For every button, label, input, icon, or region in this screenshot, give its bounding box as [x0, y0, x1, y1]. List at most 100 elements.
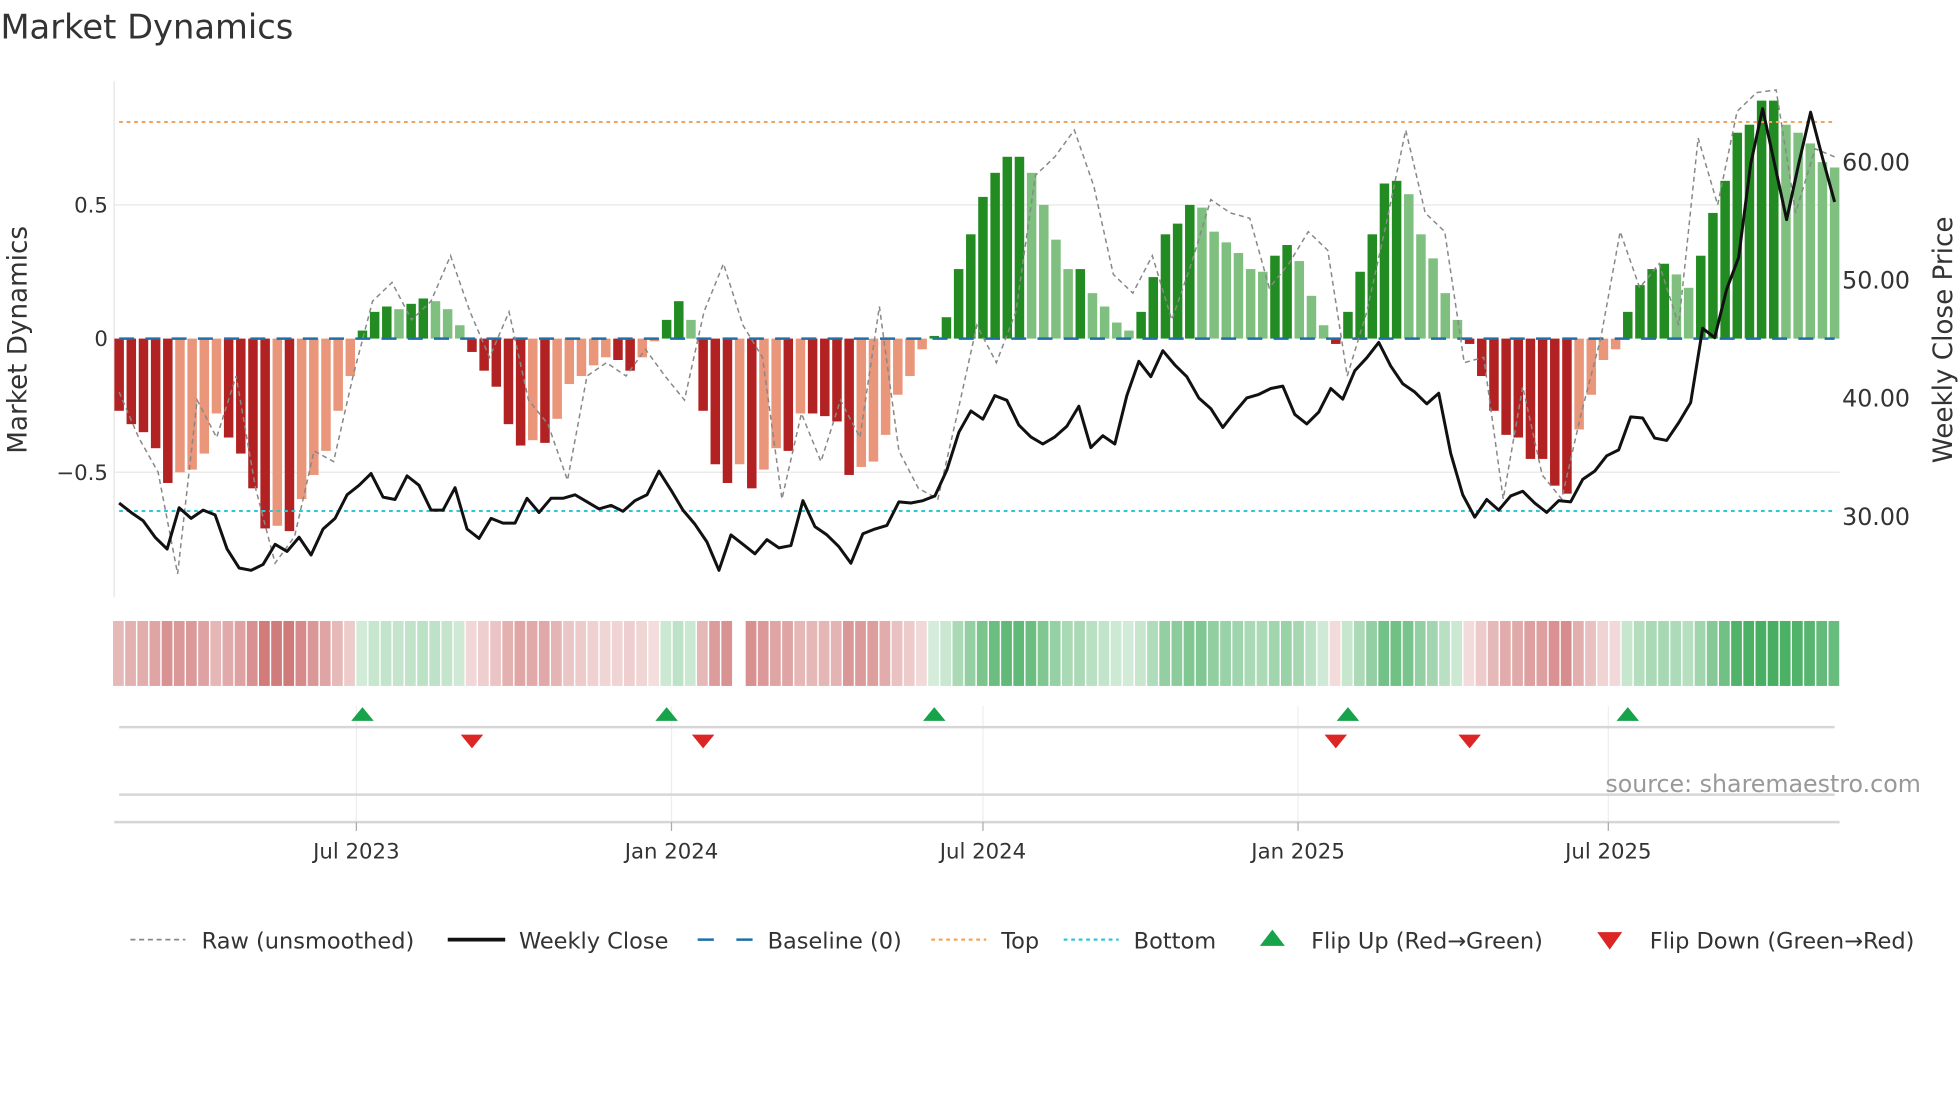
dynamics-bar	[321, 338, 331, 451]
dynamics-bar	[807, 338, 818, 414]
dynamics-bar	[674, 301, 684, 339]
legend: Raw (unsmoothed) Weekly Close Baseline (…	[130, 928, 1914, 954]
strip-cell	[684, 620, 696, 686]
strip-cell	[1658, 620, 1669, 686]
strip-cell	[441, 620, 453, 686]
y-axis-label-right: Weekly Close Price	[1929, 217, 1959, 464]
strip-cell	[587, 620, 599, 686]
dynamics-bar	[1294, 261, 1305, 339]
strip-cell	[149, 620, 161, 686]
dynamics-bar	[783, 338, 794, 451]
strip-cell	[1572, 620, 1584, 686]
strip-cell	[332, 620, 343, 686]
dynamics-bar	[430, 301, 441, 339]
dynamics-bar	[1586, 338, 1597, 395]
dynamics-bar	[917, 338, 927, 350]
strip-cell	[770, 620, 781, 686]
strip-cell	[1305, 620, 1317, 686]
strip-cell	[1560, 620, 1572, 686]
strip-cell	[173, 620, 185, 686]
dynamics-bar	[1513, 338, 1524, 438]
dynamics-bar	[1258, 271, 1268, 339]
strip-cell	[818, 620, 830, 686]
dynamics-bar	[868, 338, 879, 462]
dynamics-bar	[211, 338, 222, 414]
strip-cell	[113, 620, 124, 686]
strip-cell	[1585, 620, 1596, 686]
strip-cell	[161, 620, 173, 686]
strip-cell	[1329, 620, 1341, 686]
strip-cell	[1767, 620, 1779, 686]
strip-cell	[1183, 620, 1195, 686]
legend-label: Baseline (0)	[768, 928, 902, 954]
dynamics-bar	[1501, 338, 1511, 435]
strip-cell	[234, 620, 246, 686]
strip-cell	[855, 620, 866, 686]
strip-cell	[1341, 620, 1353, 686]
legend-item-flip-down: Flip Down (Green→Red)	[1597, 928, 1914, 954]
legend-label: Flip Up (Red→Green)	[1311, 928, 1543, 954]
dynamics-bar	[114, 338, 124, 411]
dynamics-bar	[832, 338, 842, 422]
strip-cell	[1804, 620, 1815, 686]
dynamics-bar	[1245, 269, 1256, 339]
strip-cell	[1487, 620, 1499, 686]
strip-cell	[1025, 620, 1037, 686]
dynamics-bar	[1489, 338, 1499, 411]
strip-cell	[1317, 620, 1329, 686]
strip-cell	[1426, 620, 1438, 686]
dynamics-bar	[382, 306, 392, 339]
dynamics-bar	[576, 338, 587, 377]
dynamics-bar	[966, 234, 976, 339]
strip-cell	[429, 620, 441, 686]
market-dynamics-chart: Market Dynamics Market Dynamics Weekly C…	[0, 8, 1959, 955]
dynamics-bar	[1039, 204, 1049, 339]
dynamics-bar	[1063, 269, 1073, 339]
strip-cell	[417, 620, 428, 686]
strip-cell	[1353, 620, 1365, 686]
strip-cell	[721, 620, 733, 686]
strip-cell	[1755, 620, 1767, 686]
dynamics-bar	[296, 338, 307, 500]
strip-cell	[392, 620, 404, 686]
legend-label: Bottom	[1134, 928, 1216, 954]
dynamics-bar	[394, 309, 404, 339]
strip-cell	[563, 620, 574, 686]
strip-cell	[210, 620, 222, 686]
strip-cell	[1609, 620, 1621, 686]
x-tick-label: Jul 2023	[311, 839, 399, 864]
strip-cell	[259, 620, 270, 686]
strip-cell	[1743, 620, 1755, 686]
strip-cell	[1049, 620, 1061, 686]
strip-cell	[1548, 620, 1560, 686]
strip-cell	[490, 620, 501, 686]
dynamics-bar	[1647, 269, 1657, 339]
dynamics-bar	[175, 338, 185, 473]
dynamics-bar	[1404, 194, 1414, 339]
dynamics-bar	[442, 309, 453, 339]
flip-down-marker	[691, 734, 715, 749]
strip-cell	[514, 620, 526, 686]
strip-cell	[1694, 620, 1706, 686]
strip-cell	[368, 620, 380, 686]
strip-cell	[1670, 620, 1682, 686]
flip-up-marker	[1336, 707, 1360, 721]
flip-down-marker	[1458, 734, 1481, 749]
dynamics-bar	[1805, 143, 1816, 339]
strip-cell	[1633, 620, 1645, 686]
strip-cell	[964, 620, 976, 686]
strip-cell	[1451, 620, 1463, 686]
strip-cell	[1208, 620, 1219, 686]
strip-cell	[125, 620, 136, 686]
dynamics-bar	[734, 338, 745, 465]
strip-cell	[1706, 620, 1718, 686]
dynamics-bar	[1598, 338, 1609, 360]
dynamics-bar	[1318, 325, 1329, 339]
strip-cell	[1135, 620, 1146, 686]
dynamics-bar	[1136, 311, 1146, 339]
dynamics-bar	[844, 338, 854, 475]
dynamics-bar	[1282, 245, 1292, 339]
dynamics-bar	[1452, 319, 1463, 339]
flip-up-marker	[923, 707, 946, 721]
dynamics-bar	[1440, 293, 1451, 339]
